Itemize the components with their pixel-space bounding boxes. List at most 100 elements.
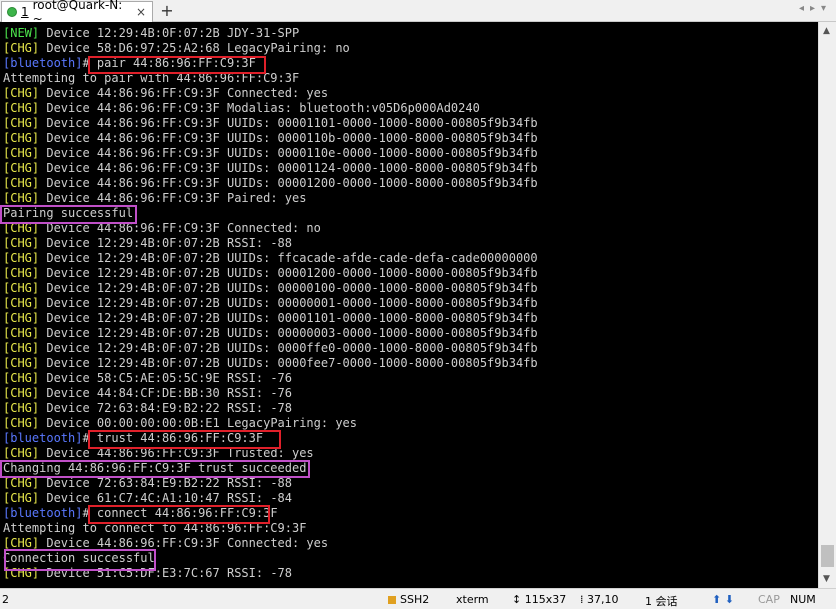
terminal-line: [CHG] Device 44:84:CF:DE:BB:30 RSSI: -76 bbox=[3, 386, 538, 401]
terminal-line: [CHG] Device 44:86:96:FF:C9:3F UUIDs: 00… bbox=[3, 116, 538, 131]
line-text: Device 12:29:4B:0F:07:2B UUIDs: 00000001… bbox=[39, 296, 538, 310]
transfer-arrows-icon: ⬆ ⬇ bbox=[712, 593, 734, 606]
scrollbar-thumb[interactable] bbox=[821, 545, 834, 567]
line-text: Device 44:86:96:FF:C9:3F UUIDs: 0000110e… bbox=[39, 146, 538, 160]
terminal-line: [CHG] Device 44:86:96:FF:C9:3F Modalias:… bbox=[3, 101, 538, 116]
terminal-line: [CHG] Device 72:63:84:E9:B2:22 RSSI: -88 bbox=[3, 476, 538, 491]
resize-icon: ↕ bbox=[512, 593, 525, 606]
session-tab[interactable]: 1 root@Quark-N: ~ × bbox=[1, 0, 153, 26]
new-tab-button[interactable]: + bbox=[158, 2, 176, 20]
terminal-line: [CHG] Device 44:86:96:FF:C9:3F UUIDs: 00… bbox=[3, 131, 538, 146]
log-tag: [CHG] bbox=[3, 176, 40, 190]
log-tag: [CHG] bbox=[3, 191, 40, 205]
line-text: Device 61:C7:4C:A1:10:47 RSSI: -84 bbox=[39, 491, 292, 505]
terminal-line: [CHG] Device 12:29:4B:0F:07:2B UUIDs: 00… bbox=[3, 311, 538, 326]
tab-bar: 1 root@Quark-N: ~ × + ◂▸▾ bbox=[0, 0, 836, 26]
terminal-size: ↕ 115x37 bbox=[512, 593, 567, 606]
line-text: Device 12:29:4B:0F:07:2B UUIDs: 00001101… bbox=[39, 311, 538, 325]
terminal-line: [CHG] Device 12:29:4B:0F:07:2B UUIDs: ff… bbox=[3, 251, 538, 266]
log-tag: [CHG] bbox=[3, 41, 40, 55]
status-bar: 2 SSH2 xterm ↕ 115x37 ⁞ 37,10 1 会话 ⬆ ⬇ C… bbox=[0, 588, 836, 608]
log-tag: [CHG] bbox=[3, 266, 40, 280]
pair-command-highlight bbox=[88, 56, 266, 74]
terminal-line: [CHG] Device 58:C5:AE:05:5C:9E RSSI: -76 bbox=[3, 371, 538, 386]
scroll-up-icon[interactable]: ▲ bbox=[823, 26, 830, 36]
status-left: 2 bbox=[2, 593, 9, 606]
log-tag: [CHG] bbox=[3, 236, 40, 250]
terminal-line: [CHG] Device 72:63:84:E9:B2:22 RSSI: -78 bbox=[3, 401, 538, 416]
cursor-icon: ⁞ bbox=[580, 593, 587, 606]
connect-command-highlight bbox=[88, 505, 270, 524]
log-tag: [CHG] bbox=[3, 131, 40, 145]
log-tag: [CHG] bbox=[3, 146, 40, 160]
line-text: Device 44:86:96:FF:C9:3F UUIDs: 00001124… bbox=[39, 161, 538, 175]
caps-lock-indicator: CAP bbox=[758, 593, 780, 606]
terminal-line: [CHG] Device 12:29:4B:0F:07:2B UUIDs: 00… bbox=[3, 326, 538, 341]
line-text: Device 44:86:96:FF:C9:3F UUIDs: 00001101… bbox=[39, 116, 538, 130]
log-tag: [CHG] bbox=[3, 161, 40, 175]
line-text: Device 12:29:4B:0F:07:2B UUIDs: 00000003… bbox=[39, 326, 538, 340]
connected-status-icon bbox=[7, 7, 17, 17]
terminal-line: [CHG] Device 44:86:96:FF:C9:3F UUIDs: 00… bbox=[3, 161, 538, 176]
log-tag: [CHG] bbox=[3, 116, 40, 130]
terminal-lines: [NEW] Device 12:29:4B:0F:07:2B JDY-31-SP… bbox=[3, 26, 538, 581]
terminal-line: [CHG] Device 58:D6:97:25:A2:68 LegacyPai… bbox=[3, 41, 538, 56]
terminal-line: [bluetooth]# pair 44:86:96:FF:C9:3F bbox=[3, 56, 538, 71]
line-text: Device 44:86:96:FF:C9:3F Modalias: bluet… bbox=[39, 101, 480, 115]
terminal-line: [CHG] Device 12:29:4B:0F:07:2B UUIDs: 00… bbox=[3, 281, 538, 296]
line-text: Device 12:29:4B:0F:07:2B UUIDs: 00001200… bbox=[39, 266, 538, 280]
trust-success-highlight bbox=[0, 460, 310, 478]
scroll-down-icon[interactable]: ▼ bbox=[823, 574, 830, 584]
log-tag: [CHG] bbox=[3, 446, 40, 460]
terminal-line: [CHG] Device 44:86:96:FF:C9:3F UUIDs: 00… bbox=[3, 146, 538, 161]
line-text: Device 44:86:96:FF:C9:3F UUIDs: 0000110b… bbox=[39, 131, 538, 145]
log-tag: [CHG] bbox=[3, 371, 40, 385]
log-tag: [CHG] bbox=[3, 311, 40, 325]
line-text: Device 12:29:4B:0F:07:2B JDY-31-SPP bbox=[39, 26, 300, 40]
pairing-success-highlight bbox=[0, 205, 137, 224]
line-text: Device 58:D6:97:25:A2:68 LegacyPairing: … bbox=[39, 41, 350, 55]
log-tag: [CHG] bbox=[3, 86, 40, 100]
line-text: Device 12:29:4B:0F:07:2B UUIDs: 0000fee7… bbox=[39, 356, 538, 370]
log-tag: [CHG] bbox=[3, 536, 40, 550]
line-text: Device 12:29:4B:0F:07:2B UUIDs: ffcacade… bbox=[39, 251, 538, 265]
terminal-line: [NEW] Device 12:29:4B:0F:07:2B JDY-31-SP… bbox=[3, 26, 538, 41]
num-lock-indicator: NUM bbox=[790, 593, 816, 606]
terminal-type: xterm bbox=[456, 593, 489, 606]
line-text: Device 58:C5:AE:05:5C:9E RSSI: -76 bbox=[39, 371, 292, 385]
log-tag: [CHG] bbox=[3, 491, 40, 505]
log-tag: [CHG] bbox=[3, 101, 40, 115]
terminal-line: [CHG] Device 12:29:4B:0F:07:2B UUIDs: 00… bbox=[3, 356, 538, 371]
protocol-status: SSH2 bbox=[388, 593, 429, 606]
line-text: Device 44:86:96:FF:C9:3F Paired: yes bbox=[39, 191, 307, 205]
log-tag: [CHG] bbox=[3, 416, 40, 430]
trust-command-highlight bbox=[88, 430, 281, 449]
log-tag: [CHG] bbox=[3, 476, 40, 490]
line-text: Device 12:29:4B:0F:07:2B UUIDs: 00000100… bbox=[39, 281, 538, 295]
terminal-line: [CHG] Device 44:86:96:FF:C9:3F UUIDs: 00… bbox=[3, 176, 538, 191]
log-tag: [CHG] bbox=[3, 386, 40, 400]
line-text: Device 44:86:96:FF:C9:3F Connected: yes bbox=[39, 536, 329, 550]
vertical-scrollbar[interactable]: ▲ ▼ bbox=[818, 22, 836, 588]
close-tab-icon[interactable]: × bbox=[136, 5, 146, 19]
line-text: Device 12:29:4B:0F:07:2B UUIDs: 0000ffe0… bbox=[39, 341, 538, 355]
terminal-line: [CHG] Device 12:29:4B:0F:07:2B UUIDs: 00… bbox=[3, 266, 538, 281]
line-text: Device 44:86:96:FF:C9:3F UUIDs: 00001200… bbox=[39, 176, 538, 190]
line-text: Device 00:00:00:00:0B:E1 LegacyPairing: … bbox=[39, 416, 358, 430]
cursor-position: ⁞ 37,10 bbox=[580, 593, 619, 606]
log-tag: [CHG] bbox=[3, 296, 40, 310]
line-text: Device 12:29:4B:0F:07:2B RSSI: -88 bbox=[39, 236, 292, 250]
log-tag: [CHG] bbox=[3, 281, 40, 295]
terminal-line: [CHG] Device 44:86:96:FF:C9:3F Connected… bbox=[3, 86, 538, 101]
terminal-line: [CHG] Device 12:29:4B:0F:07:2B RSSI: -88 bbox=[3, 236, 538, 251]
shell-prompt: [bluetooth] bbox=[3, 56, 83, 70]
terminal-line: [CHG] Device 61:C7:4C:A1:10:47 RSSI: -84 bbox=[3, 491, 538, 506]
tab-navigation-icons[interactable]: ◂▸▾ bbox=[799, 3, 832, 14]
terminal-line: [CHG] Device 12:29:4B:0F:07:2B UUIDs: 00… bbox=[3, 341, 538, 356]
connection-success-highlight bbox=[4, 549, 156, 571]
line-text: Device 44:86:96:FF:C9:3F Connected: yes bbox=[39, 86, 329, 100]
terminal-output[interactable]: [NEW] Device 12:29:4B:0F:07:2B JDY-31-SP… bbox=[0, 22, 818, 588]
log-tag: [CHG] bbox=[3, 401, 40, 415]
terminal-line: Attempting to connect to 44:86:96:FF:C9:… bbox=[3, 521, 538, 536]
terminal-line: [CHG] Device 00:00:00:00:0B:E1 LegacyPai… bbox=[3, 416, 538, 431]
